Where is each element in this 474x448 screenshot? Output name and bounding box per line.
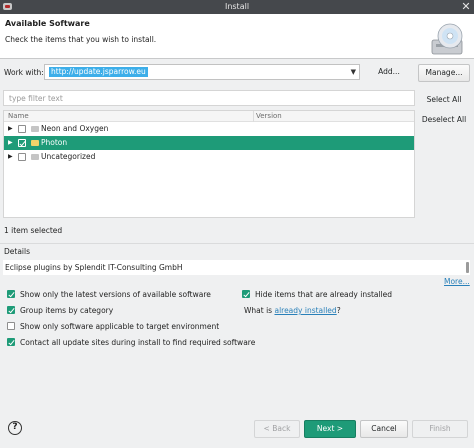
tree-row-photon[interactable]: ▶ Photon — [4, 136, 414, 150]
what-is-installed: What is already installed? — [244, 306, 341, 315]
option-checkbox[interactable] — [7, 306, 15, 314]
select-all-button[interactable]: Select All — [418, 92, 470, 110]
more-link[interactable]: More... — [444, 277, 470, 286]
add-button[interactable]: Add... — [364, 64, 414, 82]
option-label: Group items by category — [20, 306, 114, 315]
work-with-combo[interactable]: http://update.jsparrow.eu ▼ — [44, 64, 360, 80]
already-installed-link[interactable]: already installed — [274, 306, 336, 315]
close-icon[interactable]: ✕ — [460, 1, 472, 13]
category-icon — [31, 126, 39, 132]
option-label: Show only software applicable to target … — [20, 322, 220, 331]
details-scrollbar[interactable] — [466, 262, 469, 273]
window-title: Install — [224, 2, 250, 11]
page-description: Check the items that you wish to install… — [5, 35, 157, 44]
what-is-prefix: What is — [244, 306, 275, 315]
finish-button[interactable]: Finish — [412, 420, 468, 438]
column-divider — [253, 111, 254, 122]
details-text: Eclipse plugins by Splendit IT-Consultin… — [5, 263, 183, 272]
divider — [0, 243, 474, 244]
manage-button[interactable]: Manage... — [418, 64, 470, 82]
column-name[interactable]: Name — [8, 112, 29, 120]
help-icon[interactable]: ? — [8, 421, 22, 435]
dropdown-arrow-icon[interactable]: ▼ — [351, 68, 356, 76]
work-with-label: Work with: — [4, 68, 44, 77]
category-icon — [31, 140, 39, 146]
option-label: Hide items that are already installed — [255, 290, 393, 299]
details-text-area[interactable]: Eclipse plugins by Splendit IT-Consultin… — [3, 260, 470, 275]
expand-icon[interactable]: ▶ — [8, 153, 13, 160]
option-checkbox[interactable] — [7, 290, 15, 298]
tree-row-label: Uncategorized — [41, 152, 96, 161]
next-button[interactable]: Next > — [304, 420, 356, 438]
option-checkbox[interactable] — [7, 338, 15, 346]
what-is-suffix: ? — [336, 306, 341, 315]
page-heading: Available Software — [5, 19, 90, 28]
tree-row-label: Neon and Oxygen — [41, 124, 109, 133]
title-bar: Install ✕ — [0, 0, 474, 14]
deselect-all-button[interactable]: Deselect All — [418, 112, 470, 130]
work-with-value: http://update.jsparrow.eu — [49, 67, 148, 77]
selection-status: 1 item selected — [4, 226, 63, 235]
tree-column-header: Name Version — [4, 111, 414, 122]
filter-input[interactable] — [4, 91, 414, 105]
cancel-button[interactable]: Cancel — [360, 420, 408, 438]
details-label: Details — [4, 247, 31, 256]
header-banner: Available Software Check the items that … — [0, 14, 474, 59]
install-dialog: Install ✕ Available Software Check the i… — [0, 0, 474, 448]
back-button[interactable]: < Back — [254, 420, 300, 438]
option-label: Contact all update sites during install … — [20, 338, 256, 347]
category-icon — [31, 154, 39, 160]
expand-icon[interactable]: ▶ — [8, 125, 13, 132]
column-version[interactable]: Version — [256, 112, 282, 120]
tree-row-neon-oxygen[interactable]: ▶ Neon and Oxygen — [4, 122, 414, 136]
option-checkbox[interactable] — [7, 322, 15, 330]
filter-field[interactable] — [3, 90, 415, 106]
option-label: Show only the latest versions of availab… — [20, 290, 211, 299]
option-checkbox[interactable] — [242, 290, 250, 298]
row-checkbox[interactable] — [18, 139, 26, 147]
software-tree[interactable]: Name Version ▶ Neon and Oxygen ▶ Photon … — [3, 110, 415, 218]
expand-icon[interactable]: ▶ — [8, 139, 13, 146]
tree-row-uncategorized[interactable]: ▶ Uncategorized — [4, 150, 414, 164]
row-checkbox[interactable] — [18, 125, 26, 133]
row-checkbox[interactable] — [18, 153, 26, 161]
tree-row-label: Photon — [41, 138, 68, 147]
install-disc-icon — [431, 23, 463, 55]
